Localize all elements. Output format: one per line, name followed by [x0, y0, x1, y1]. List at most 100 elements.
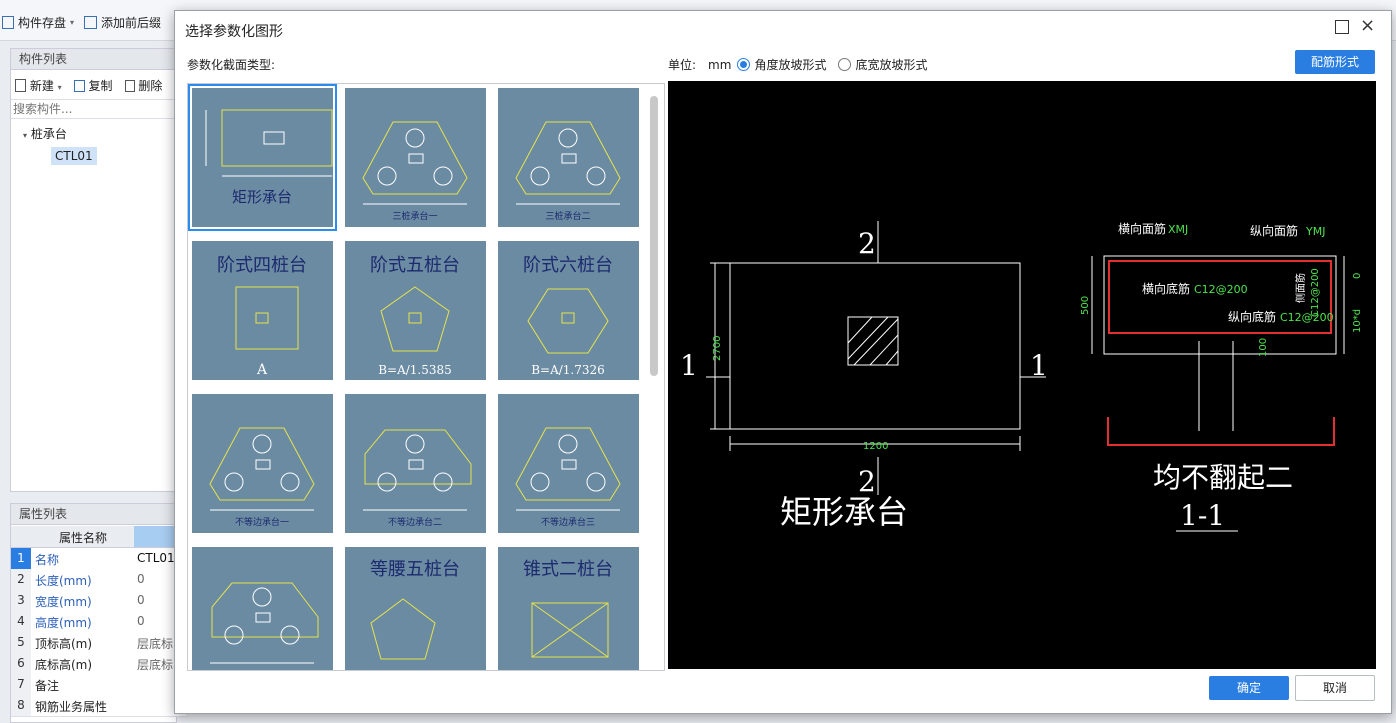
- thumbnail-label: A: [256, 362, 268, 378]
- property-name-header: 属性名称: [59, 531, 108, 545]
- shape-thumbnail-drawing: 三桩承台二: [515, 121, 621, 222]
- property-row-value[interactable]: 0: [137, 593, 145, 607]
- property-row-value[interactable]: CTL01: [137, 551, 175, 565]
- property-row-name: 顶标高(m): [35, 637, 93, 651]
- plan-outline: [729, 262, 1021, 430]
- shape-thumbnail[interactable]: 矩形承台: [188, 84, 337, 231]
- shape-thumbnail[interactable]: 不等边承台一: [192, 394, 333, 533]
- close-icon[interactable]: ×: [1360, 15, 1375, 36]
- select-parametric-shape-dialog: 选择参数化图形 × 参数化截面类型: 单位: mm 角度放坡形式 底宽放坡形式 …: [174, 10, 1392, 714]
- property-row-value[interactable]: 0: [137, 572, 145, 586]
- section-type-label: 参数化截面类型:: [187, 58, 276, 72]
- thumbnail-label: 三桩承台二: [545, 210, 590, 222]
- shape-thumbnail-drawing: 不等边承台三: [515, 427, 621, 528]
- shape-thumbnail-drawing: 阶式六桩台 B=A/1.7326: [523, 255, 613, 377]
- rebar-form-button[interactable]: 配筋形式: [1295, 50, 1375, 74]
- sec-top-bar-h: 横向面筋: [1118, 221, 1166, 236]
- shape-thumbnail[interactable]: 不等边承台二: [345, 394, 486, 533]
- sec-bottom-v-code: C12@200: [1280, 311, 1334, 324]
- chevron-down-icon: ▾: [57, 83, 62, 92]
- sec-bottom-h: 横向底筋: [1142, 281, 1190, 296]
- copy-icon: [73, 80, 85, 92]
- thumbnail-label: 不等边承台三: [541, 516, 595, 528]
- thumbnail-label: 阶式四桩台: [217, 255, 307, 276]
- new-icon: [15, 79, 26, 92]
- property-row[interactable]: 4 高度(mm) 0: [11, 611, 186, 633]
- tree-group-pile-cap[interactable]: ▾ 桩承台: [23, 125, 67, 142]
- save-component-button[interactable]: 构件存盘 ▾: [2, 14, 74, 31]
- component-list-panel: 构件列表 新建 ▾ 复制 删除 ▾ 桩承台 CTL01: [10, 48, 177, 492]
- thumbnail-scrollbar[interactable]: [650, 96, 658, 376]
- thumbnail-label: 三桩承台一: [392, 210, 437, 222]
- radio-width-slope[interactable]: 底宽放坡形式: [838, 56, 927, 73]
- property-row-number: 7: [11, 674, 31, 695]
- add-prefix-suffix-button[interactable]: 添加前后缀: [84, 14, 161, 31]
- property-row-number: 6: [11, 653, 31, 674]
- sec-height-dim: 500: [1080, 296, 1091, 315]
- shape-thumbnail-list: 锥式二桩台 等腰五桩台不等边承台四 不等边承台三 不等边承台二 不等边承台一 阶式六桩台 B…: [187, 83, 665, 671]
- plan-height-dim: 2700: [712, 336, 723, 361]
- shape-thumbnail-drawing: 不等边承台四: [210, 582, 319, 670]
- section-outline: [1103, 255, 1337, 355]
- ok-button[interactable]: 确定: [1209, 676, 1289, 700]
- shape-thumbnail[interactable]: 三桩承台二: [498, 88, 639, 227]
- property-row[interactable]: 8 钢筋业务属性: [11, 695, 186, 717]
- tree-expand-icon[interactable]: ▾: [23, 131, 27, 140]
- section-mark-top: 2: [858, 227, 876, 260]
- trash-icon: [124, 80, 135, 92]
- shape-thumbnail[interactable]: 阶式六桩台 B=A/1.7326: [498, 241, 639, 380]
- sec-bottom-h-code: C12@200: [1194, 283, 1248, 296]
- copy-component-button[interactable]: 复制: [73, 77, 113, 94]
- shape-thumbnail-drawing: 不等边承台二: [363, 429, 472, 528]
- component-search-input[interactable]: [11, 99, 176, 119]
- thumbnail-label: B=A/1.7326: [531, 363, 605, 377]
- shape-thumbnail-drawing: 锥式二桩台: [523, 559, 613, 658]
- shape-thumbnail[interactable]: 不等边承台四: [192, 547, 333, 670]
- shape-thumbnail[interactable]: 阶式五桩台 B=A/1.5385: [345, 241, 486, 380]
- shape-thumbnail-drawing: 三桩承台一: [362, 121, 468, 222]
- property-row-name: 名称: [35, 553, 60, 567]
- shape-thumbnail[interactable]: 不等边承台三: [498, 394, 639, 533]
- tree-item-ctl01[interactable]: CTL01: [51, 147, 97, 165]
- shape-thumbnail[interactable]: 三桩承台一: [345, 88, 486, 227]
- property-row-value[interactable]: 0: [137, 614, 145, 628]
- list-icon: [84, 16, 97, 29]
- property-row[interactable]: 3 宽度(mm) 0: [11, 590, 186, 612]
- property-list-title: 属性列表: [11, 504, 176, 525]
- thumbnail-label: 阶式六桩台: [523, 255, 613, 276]
- radio-angle-slope[interactable]: 角度放坡形式: [737, 56, 826, 73]
- sec-zero-dim: 0: [1352, 273, 1363, 279]
- property-list-panel: 属性列表 属性名称 1 名称 CTL01 2 长度(mm) 0 3 宽度(mm) 0 4 高度(mm…: [10, 503, 186, 723]
- preview-drawing: 2 2 1 1 1200 2700 矩形承台 横向面筋 XMJ 纵向面筋 YMJ…: [680, 221, 1363, 532]
- delete-component-button[interactable]: 删除: [124, 77, 162, 94]
- save-icon: [2, 16, 14, 29]
- shape-thumbnail[interactable]: 锥式二桩台: [498, 547, 639, 670]
- property-row[interactable]: 2 长度(mm) 0: [11, 569, 186, 591]
- thumbnail-label: 矩形承台: [232, 188, 292, 206]
- thumbnail-label: 锥式二桩台: [523, 559, 613, 580]
- shape-thumbnail[interactable]: 等腰五桩台: [345, 547, 486, 670]
- property-row-number: 5: [11, 632, 31, 653]
- shape-thumbnail-drawing: 阶式五桩台 B=A/1.5385: [370, 255, 460, 377]
- maximize-icon[interactable]: [1335, 20, 1349, 34]
- shape-thumbnail[interactable]: 阶式四桩台 A: [192, 241, 333, 380]
- sec-top-bar-v: 纵向面筋: [1250, 223, 1298, 238]
- new-component-button[interactable]: 新建 ▾: [15, 77, 62, 94]
- property-row[interactable]: 6 底标高(m) 层底标: [11, 653, 186, 675]
- property-row-number: 8: [11, 695, 31, 716]
- component-list-title: 构件列表: [11, 49, 176, 70]
- property-row-name: 底标高(m): [35, 658, 93, 672]
- property-row-value[interactable]: 层底标: [137, 635, 173, 652]
- unit-label: 单位:: [668, 58, 697, 72]
- property-row[interactable]: 7 备注: [11, 674, 186, 696]
- thumbnail-label: 等腰五桩台: [370, 559, 460, 580]
- property-row-value[interactable]: 层底标: [137, 656, 173, 673]
- pile-hatch: [847, 316, 899, 366]
- unit-value: mm: [708, 57, 732, 72]
- property-row[interactable]: 1 名称 CTL01: [11, 548, 186, 570]
- property-row-number: 2: [11, 569, 31, 590]
- sec-note: 均不翻起二: [1153, 461, 1293, 494]
- cancel-button[interactable]: 取消: [1295, 675, 1375, 701]
- property-row[interactable]: 5 顶标高(m) 层底标: [11, 632, 186, 654]
- shape-thumbnail-drawing: 等腰五桩台: [370, 559, 460, 660]
